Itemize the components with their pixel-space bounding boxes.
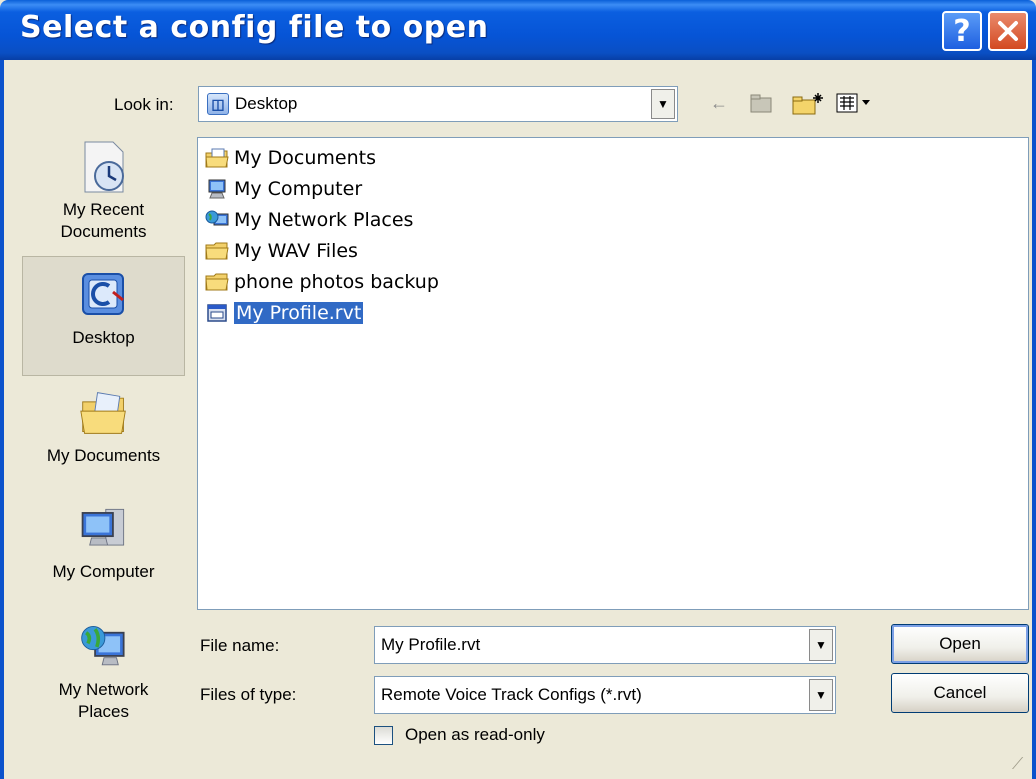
place-label: Desktop <box>72 328 135 347</box>
file-name: My WAV Files <box>234 240 358 262</box>
lookin-dropdown[interactable]: ◫ Desktop ▼ <box>198 86 678 122</box>
chevron-down-icon[interactable]: ▼ <box>809 679 833 711</box>
view-menu-icon <box>836 93 870 113</box>
window-frame-left <box>0 60 4 779</box>
filetype-label: Files of type: <box>200 685 297 704</box>
filetype-value: Remote Voice Track Configs (*.rvt) <box>381 685 642 704</box>
list-item[interactable]: My WAV Files <box>204 237 358 265</box>
place-my-documents[interactable]: My Documents <box>22 387 185 487</box>
folder-icon <box>204 240 230 262</box>
my-documents-icon <box>79 387 129 439</box>
help-button[interactable]: ? <box>942 11 982 51</box>
place-label-line2: Places <box>77 702 130 721</box>
filename-value: My Profile.rvt <box>381 635 481 654</box>
my-computer-icon <box>79 503 129 555</box>
place-label: My Documents <box>46 446 161 465</box>
close-button[interactable] <box>988 11 1028 51</box>
title-bar[interactable]: Select a config file to open ? <box>0 0 1036 60</box>
file-name: phone photos backup <box>234 271 439 293</box>
open-button[interactable]: Open <box>891 624 1029 664</box>
chevron-down-icon[interactable]: ▼ <box>809 629 833 661</box>
desktop-icon: ◫ <box>207 93 229 115</box>
file-name: My Profile.rvt <box>232 301 365 325</box>
place-label: My Recent <box>62 200 145 219</box>
filename-label: File name: <box>200 636 280 655</box>
place-recent-documents[interactable]: My Recent Documents <box>22 137 185 255</box>
rvt-file-icon <box>204 302 230 324</box>
file-list[interactable]: My Documents My Computer My Network Plac… <box>197 137 1029 610</box>
file-name: My Computer <box>234 178 363 200</box>
lookin-label: Look in: <box>114 95 174 114</box>
recent-documents-icon <box>79 141 129 193</box>
close-icon <box>998 21 1018 41</box>
desktop-icon <box>79 269 129 321</box>
resize-grip-icon[interactable]: ⟋ <box>1012 756 1023 774</box>
place-label: My Computer <box>52 562 155 581</box>
list-item-selected[interactable]: My Profile.rvt <box>204 299 365 327</box>
readonly-label: Open as read-only <box>405 725 545 744</box>
lookin-value: Desktop <box>235 94 298 113</box>
up-folder-button[interactable] <box>748 90 776 116</box>
file-name: My Network Places <box>234 209 414 231</box>
list-item[interactable]: My Computer <box>204 175 362 203</box>
list-item[interactable]: My Network Places <box>204 206 413 234</box>
computer-icon <box>204 178 230 200</box>
new-folder-button[interactable] <box>790 90 826 116</box>
view-menu-button[interactable] <box>834 90 876 116</box>
window-frame-right <box>1032 60 1036 779</box>
cancel-button[interactable]: Cancel <box>891 673 1029 713</box>
place-my-network-places[interactable]: My Network Places <box>22 621 185 741</box>
chevron-down-icon[interactable]: ▼ <box>651 89 675 119</box>
file-name: My Documents <box>234 147 377 169</box>
readonly-option[interactable]: Open as read-only <box>374 725 545 745</box>
places-bar: My Recent Documents Desktop My Documents <box>22 137 185 770</box>
back-arrow-icon: ← <box>710 92 728 113</box>
place-label: My Network <box>58 680 149 699</box>
filetype-select[interactable]: Remote Voice Track Configs (*.rvt) ▼ <box>374 676 836 714</box>
place-label-line2: Documents <box>60 222 147 241</box>
back-button[interactable]: ← <box>708 90 730 116</box>
place-my-computer[interactable]: My Computer <box>22 503 185 603</box>
place-desktop[interactable]: Desktop <box>22 256 185 376</box>
network-icon <box>204 209 230 231</box>
folder-icon <box>204 271 230 293</box>
readonly-checkbox[interactable] <box>374 725 393 745</box>
window-title: Select a config file to open <box>20 10 489 45</box>
list-item[interactable]: My Documents <box>204 144 376 172</box>
filename-input[interactable]: My Profile.rvt ▼ <box>374 626 836 664</box>
documents-folder-icon <box>204 147 230 169</box>
new-folder-icon <box>792 93 823 115</box>
network-places-icon <box>79 621 129 673</box>
list-item[interactable]: phone photos backup <box>204 268 439 296</box>
up-folder-icon <box>750 94 772 113</box>
